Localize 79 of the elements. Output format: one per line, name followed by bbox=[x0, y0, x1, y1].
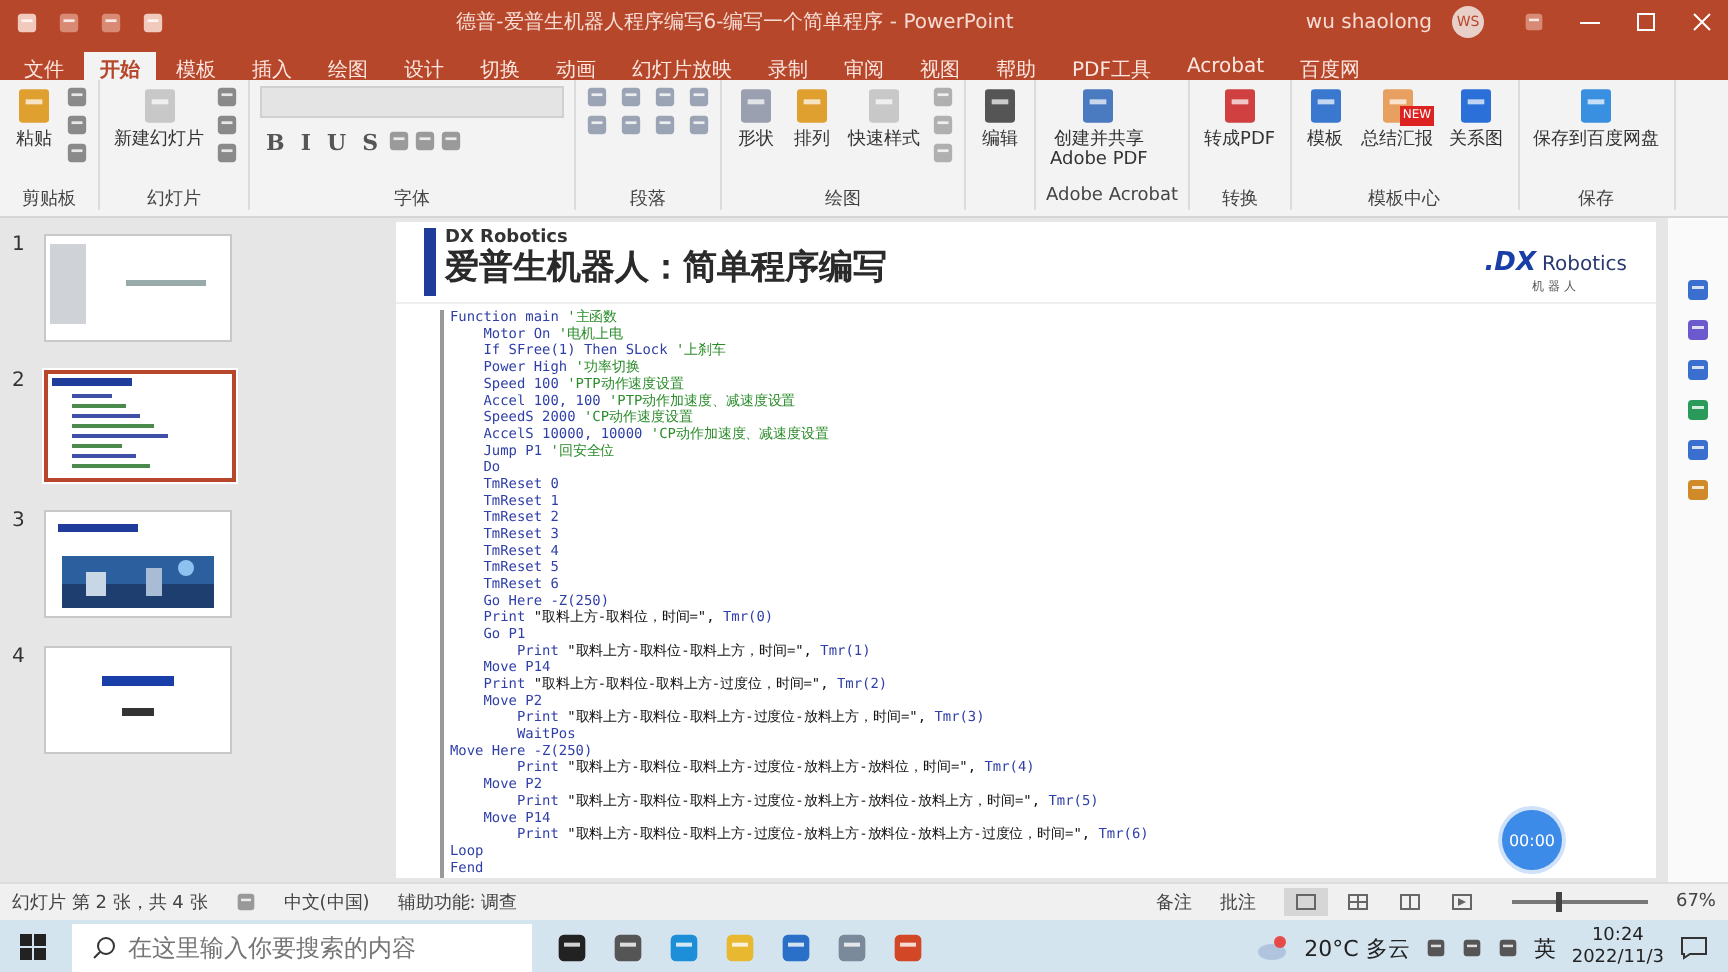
ribbon-tab[interactable]: 文件 bbox=[8, 52, 80, 80]
format-button[interactable]: B bbox=[260, 130, 291, 156]
group-label: 绘图 bbox=[823, 187, 863, 210]
zoom-thumb[interactable] bbox=[1555, 892, 1562, 912]
ribbon-tab[interactable]: Acrobat bbox=[1170, 52, 1281, 80]
ribbon-button[interactable]: 快速样式 bbox=[844, 86, 924, 170]
group-label: 转换 bbox=[1219, 187, 1260, 210]
ribbon-button[interactable]: 形状 bbox=[732, 86, 780, 170]
ribbon-tab[interactable]: 视图 bbox=[904, 52, 976, 80]
ribbon-tab[interactable]: PDF工具 bbox=[1056, 52, 1167, 80]
ribbon-tab[interactable]: 插入 bbox=[236, 52, 308, 80]
slide-number: 3 bbox=[12, 510, 27, 532]
ribbon-tab[interactable]: 模板 bbox=[160, 52, 232, 80]
ribbon-tab[interactable]: 帮助 bbox=[980, 52, 1052, 80]
ribbon-tab[interactable]: 审阅 bbox=[828, 52, 900, 80]
ribbon-tab[interactable]: 幻灯片放映 bbox=[616, 52, 748, 80]
search-field[interactable]: 在这里输入你要搜索的内容 bbox=[72, 924, 532, 972]
group-label: 幻灯片 bbox=[145, 187, 203, 210]
slide-number: 4 bbox=[12, 646, 27, 668]
slide-brand: DX Robotics bbox=[445, 228, 570, 248]
group-label: 字体 bbox=[392, 187, 432, 210]
format-button[interactable]: I bbox=[294, 130, 317, 156]
accessibility-status[interactable]: 辅助功能: 调查 bbox=[397, 889, 518, 915]
group-label: 保存 bbox=[1576, 187, 1617, 210]
ribbon-tab[interactable]: 绘图 bbox=[312, 52, 384, 80]
slide-thumbnail[interactable] bbox=[44, 510, 232, 618]
format-button[interactable]: S bbox=[356, 130, 385, 156]
recording-timer[interactable]: 00:00 bbox=[1502, 810, 1562, 870]
ribbon-button[interactable]: 模板 bbox=[1301, 86, 1350, 170]
ribbon-tab[interactable]: 开始 bbox=[84, 52, 156, 80]
group-label: 剪贴板 bbox=[20, 187, 78, 210]
ribbon-button[interactable]: 转成PDF bbox=[1200, 86, 1280, 170]
zoom-level[interactable]: 67% bbox=[1675, 892, 1716, 912]
notification-icon[interactable] bbox=[1680, 936, 1708, 960]
view-icon bbox=[1451, 894, 1472, 910]
search-icon bbox=[92, 936, 116, 960]
clock-time[interactable]: 10:24 bbox=[1591, 926, 1644, 948]
ribbon-tab[interactable]: 切换 bbox=[464, 52, 536, 80]
view-icon bbox=[1399, 894, 1420, 910]
slide-thumbnail[interactable] bbox=[44, 370, 236, 482]
user-name: wu shaolong bbox=[1305, 11, 1432, 33]
group-label: 段落 bbox=[628, 187, 668, 210]
ribbon-tab[interactable]: 百度网 bbox=[1284, 52, 1377, 80]
ribbon-button[interactable]: 编辑 bbox=[976, 86, 1024, 170]
weather-icon bbox=[1256, 936, 1289, 960]
comments-button[interactable]: 批注 bbox=[1219, 889, 1256, 915]
logo-name: Robotics bbox=[1542, 254, 1627, 276]
ribbon-button[interactable]: 粘贴 bbox=[10, 86, 58, 170]
title-accent-bar bbox=[423, 228, 435, 296]
slide-info: 幻灯片 第 2 张，共 4 张 bbox=[12, 891, 208, 915]
slide-number: 2 bbox=[12, 370, 27, 392]
weather-text[interactable]: 20°C 多云 bbox=[1304, 933, 1410, 963]
slide-thumbnail[interactable] bbox=[44, 646, 232, 754]
slide-number: 1 bbox=[12, 234, 27, 256]
view-button[interactable] bbox=[1283, 888, 1328, 916]
ribbon-button[interactable]: 关系图 bbox=[1445, 86, 1508, 170]
maximize-icon[interactable] bbox=[1636, 12, 1656, 32]
slide-title: 爱普生机器人：简单程序编写 bbox=[445, 248, 889, 288]
start-icon[interactable] bbox=[20, 934, 48, 962]
view-icon bbox=[1295, 894, 1316, 910]
group-label: 模板中心 bbox=[1366, 187, 1443, 210]
view-icon bbox=[1347, 894, 1368, 910]
language[interactable]: 中文(中国) bbox=[283, 889, 370, 915]
ribbon-button[interactable]: 保存到百度网盘 bbox=[1529, 86, 1664, 170]
group-label: Adobe Acrobat bbox=[1046, 186, 1179, 210]
slide-thumbnail[interactable] bbox=[44, 234, 232, 342]
ribbon-tab[interactable]: 录制 bbox=[752, 52, 824, 80]
notes-button[interactable]: 备注 bbox=[1155, 889, 1192, 915]
font-field[interactable] bbox=[260, 86, 564, 118]
ribbon-tab[interactable]: 动画 bbox=[540, 52, 612, 80]
ribbon-button[interactable]: 排列 bbox=[788, 86, 836, 170]
logo-mark: .DX bbox=[1484, 248, 1536, 278]
window-title: 德普-爱普生机器人程序编写6-编写一个简单程序 - PowerPoint bbox=[454, 9, 1016, 36]
input-method[interactable]: 英 bbox=[1533, 933, 1556, 963]
close-icon[interactable] bbox=[1692, 12, 1712, 32]
clock-date[interactable]: 2022/11/3 bbox=[1571, 948, 1664, 970]
ribbon-button[interactable]: 新建幻灯片 bbox=[110, 86, 208, 170]
ribbon-tab[interactable]: 设计 bbox=[388, 52, 460, 80]
format-button[interactable]: U bbox=[320, 130, 353, 156]
